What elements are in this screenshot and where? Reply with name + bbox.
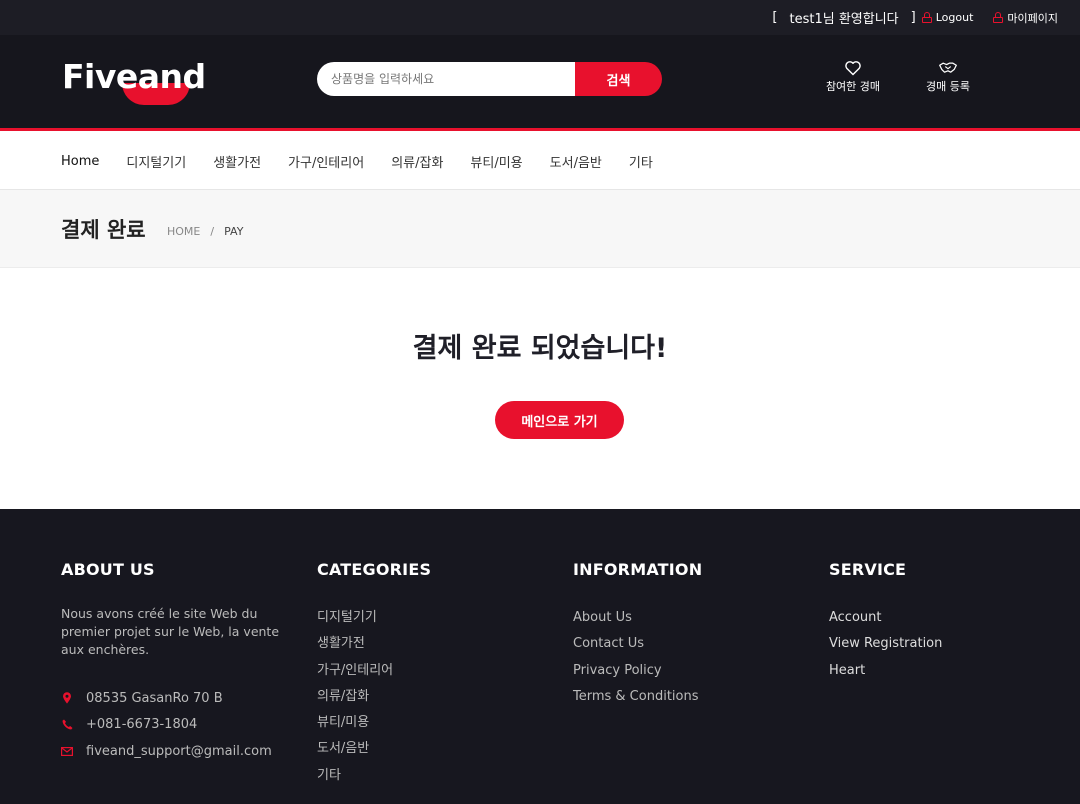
footer-category-link[interactable]: 의류/잡화: [317, 684, 431, 710]
footer-info-terms-link[interactable]: Terms & Conditions: [573, 684, 702, 710]
envelope-icon: [61, 745, 73, 757]
welcome-open-bracket: [: [772, 10, 778, 25]
logout-link[interactable]: Logout: [921, 11, 974, 24]
register-auction-link[interactable]: 경매 등록: [920, 60, 976, 94]
search-button[interactable]: 검색: [575, 62, 662, 96]
logout-label: Logout: [935, 11, 974, 24]
payment-complete-message: 결제 완료 되었습니다!: [412, 333, 668, 364]
welcome-close-bracket: ]: [910, 10, 916, 25]
welcome-message: test1님 환영합니다: [789, 12, 899, 27]
footer-info-contact-link[interactable]: Contact Us: [573, 631, 702, 657]
breadcrumb-current: PAY: [224, 225, 244, 238]
header: Fiveand 검색 참여한 경매 경매 등록: [0, 35, 1080, 131]
footer-information-heading: INFORMATION: [573, 560, 703, 579]
breadcrumb: HOME / PAY: [167, 225, 243, 238]
site-logo[interactable]: Fiveand: [62, 57, 206, 109]
footer-information: INFORMATION About Us Contact Us Privacy …: [573, 560, 702, 710]
footer-info-privacy-link[interactable]: Privacy Policy: [573, 658, 702, 684]
footer-about: ABOUT US Nous avons créé le site Web du …: [61, 560, 291, 765]
footer-service: SERVICE Account View Registration Heart: [829, 560, 942, 684]
footer-service-registration-link[interactable]: View Registration: [829, 631, 942, 657]
footer-about-heading: ABOUT US: [61, 560, 155, 579]
register-auction-label: 경매 등록: [926, 80, 970, 93]
footer-service-account-link[interactable]: Account: [829, 605, 942, 631]
location-pin-icon: [61, 692, 73, 704]
footer-address: 08535 GasanRo 70 B: [61, 685, 291, 712]
nav-item-etc[interactable]: 기타: [629, 152, 653, 171]
handshake-icon: [939, 62, 957, 73]
heart-icon: [845, 61, 861, 76]
phone-icon: [61, 719, 73, 731]
category-nav: Home 디지털기기 생활가전 가구/인테리어 의류/잡화 뷰티/미용 도서/음…: [0, 134, 1080, 190]
footer-categories-heading: CATEGORIES: [317, 560, 432, 579]
footer-service-heart-link[interactable]: Heart: [829, 658, 942, 684]
footer-category-link[interactable]: 기타: [317, 763, 431, 789]
footer-category-link[interactable]: 디지털기기: [317, 605, 431, 631]
nav-item-home[interactable]: Home: [61, 154, 99, 169]
footer-service-heading: SERVICE: [829, 560, 907, 579]
nav-item-books[interactable]: 도서/음반: [550, 152, 602, 171]
footer-category-link[interactable]: 도서/음반: [317, 736, 431, 762]
footer-categories: CATEGORIES 디지털기기 생활가전 가구/인테리어 의류/잡화 뷰티/미…: [317, 560, 431, 789]
footer-category-link[interactable]: 뷰티/미용: [317, 710, 431, 736]
participated-auctions-label: 참여한 경매: [825, 80, 881, 93]
nav-item-clothing[interactable]: 의류/잡화: [391, 152, 443, 171]
breadcrumb-separator: /: [210, 225, 215, 238]
footer-category-link[interactable]: 생활가전: [317, 631, 431, 657]
participated-auctions-link[interactable]: 참여한 경매: [822, 60, 884, 94]
nav-item-appliances[interactable]: 생활가전: [213, 152, 261, 171]
footer-info-about-link[interactable]: About Us: [573, 605, 702, 631]
top-bar: [ test1님 환영합니다 ] Logout 마이페이지: [0, 0, 1080, 35]
lock-icon: [921, 12, 932, 23]
go-main-button[interactable]: 메인으로 가기: [495, 401, 624, 439]
payment-complete-section: 결제 완료 되었습니다! 메인으로 가기: [0, 268, 1080, 509]
nav-item-beauty[interactable]: 뷰티/미용: [470, 152, 522, 171]
footer-category-link[interactable]: 가구/인테리어: [317, 658, 431, 684]
footer-phone: +081-6673-1804: [61, 712, 291, 739]
nav-item-digital[interactable]: 디지털기기: [126, 152, 186, 171]
breadcrumb-home[interactable]: HOME: [167, 225, 200, 238]
footer-email-text[interactable]: fiveand_support@gmail.com: [86, 744, 272, 759]
lock-icon: [993, 12, 1004, 23]
mypage-link[interactable]: 마이페이지: [993, 10, 1058, 26]
footer-address-text: 08535 GasanRo 70 B: [86, 690, 223, 706]
nav-item-furniture[interactable]: 가구/인테리어: [288, 152, 364, 171]
search-input[interactable]: [317, 62, 575, 96]
footer: ABOUT US Nous avons créé le site Web du …: [0, 509, 1080, 804]
page-title: 결제 완료: [61, 218, 146, 242]
page-header: 결제 완료 HOME / PAY: [0, 190, 1080, 268]
footer-about-text: Nous avons créé le site Web du premier p…: [61, 606, 280, 657]
search-bar: 검색: [317, 62, 662, 96]
logo-text: Fiveand: [62, 57, 206, 96]
footer-phone-text: +081-6673-1804: [86, 717, 198, 733]
footer-contact: 08535 GasanRo 70 B +081-6673-1804 fivean…: [61, 685, 291, 765]
mypage-label: 마이페이지: [1007, 11, 1058, 25]
footer-email: fiveand_support@gmail.com: [61, 738, 291, 765]
